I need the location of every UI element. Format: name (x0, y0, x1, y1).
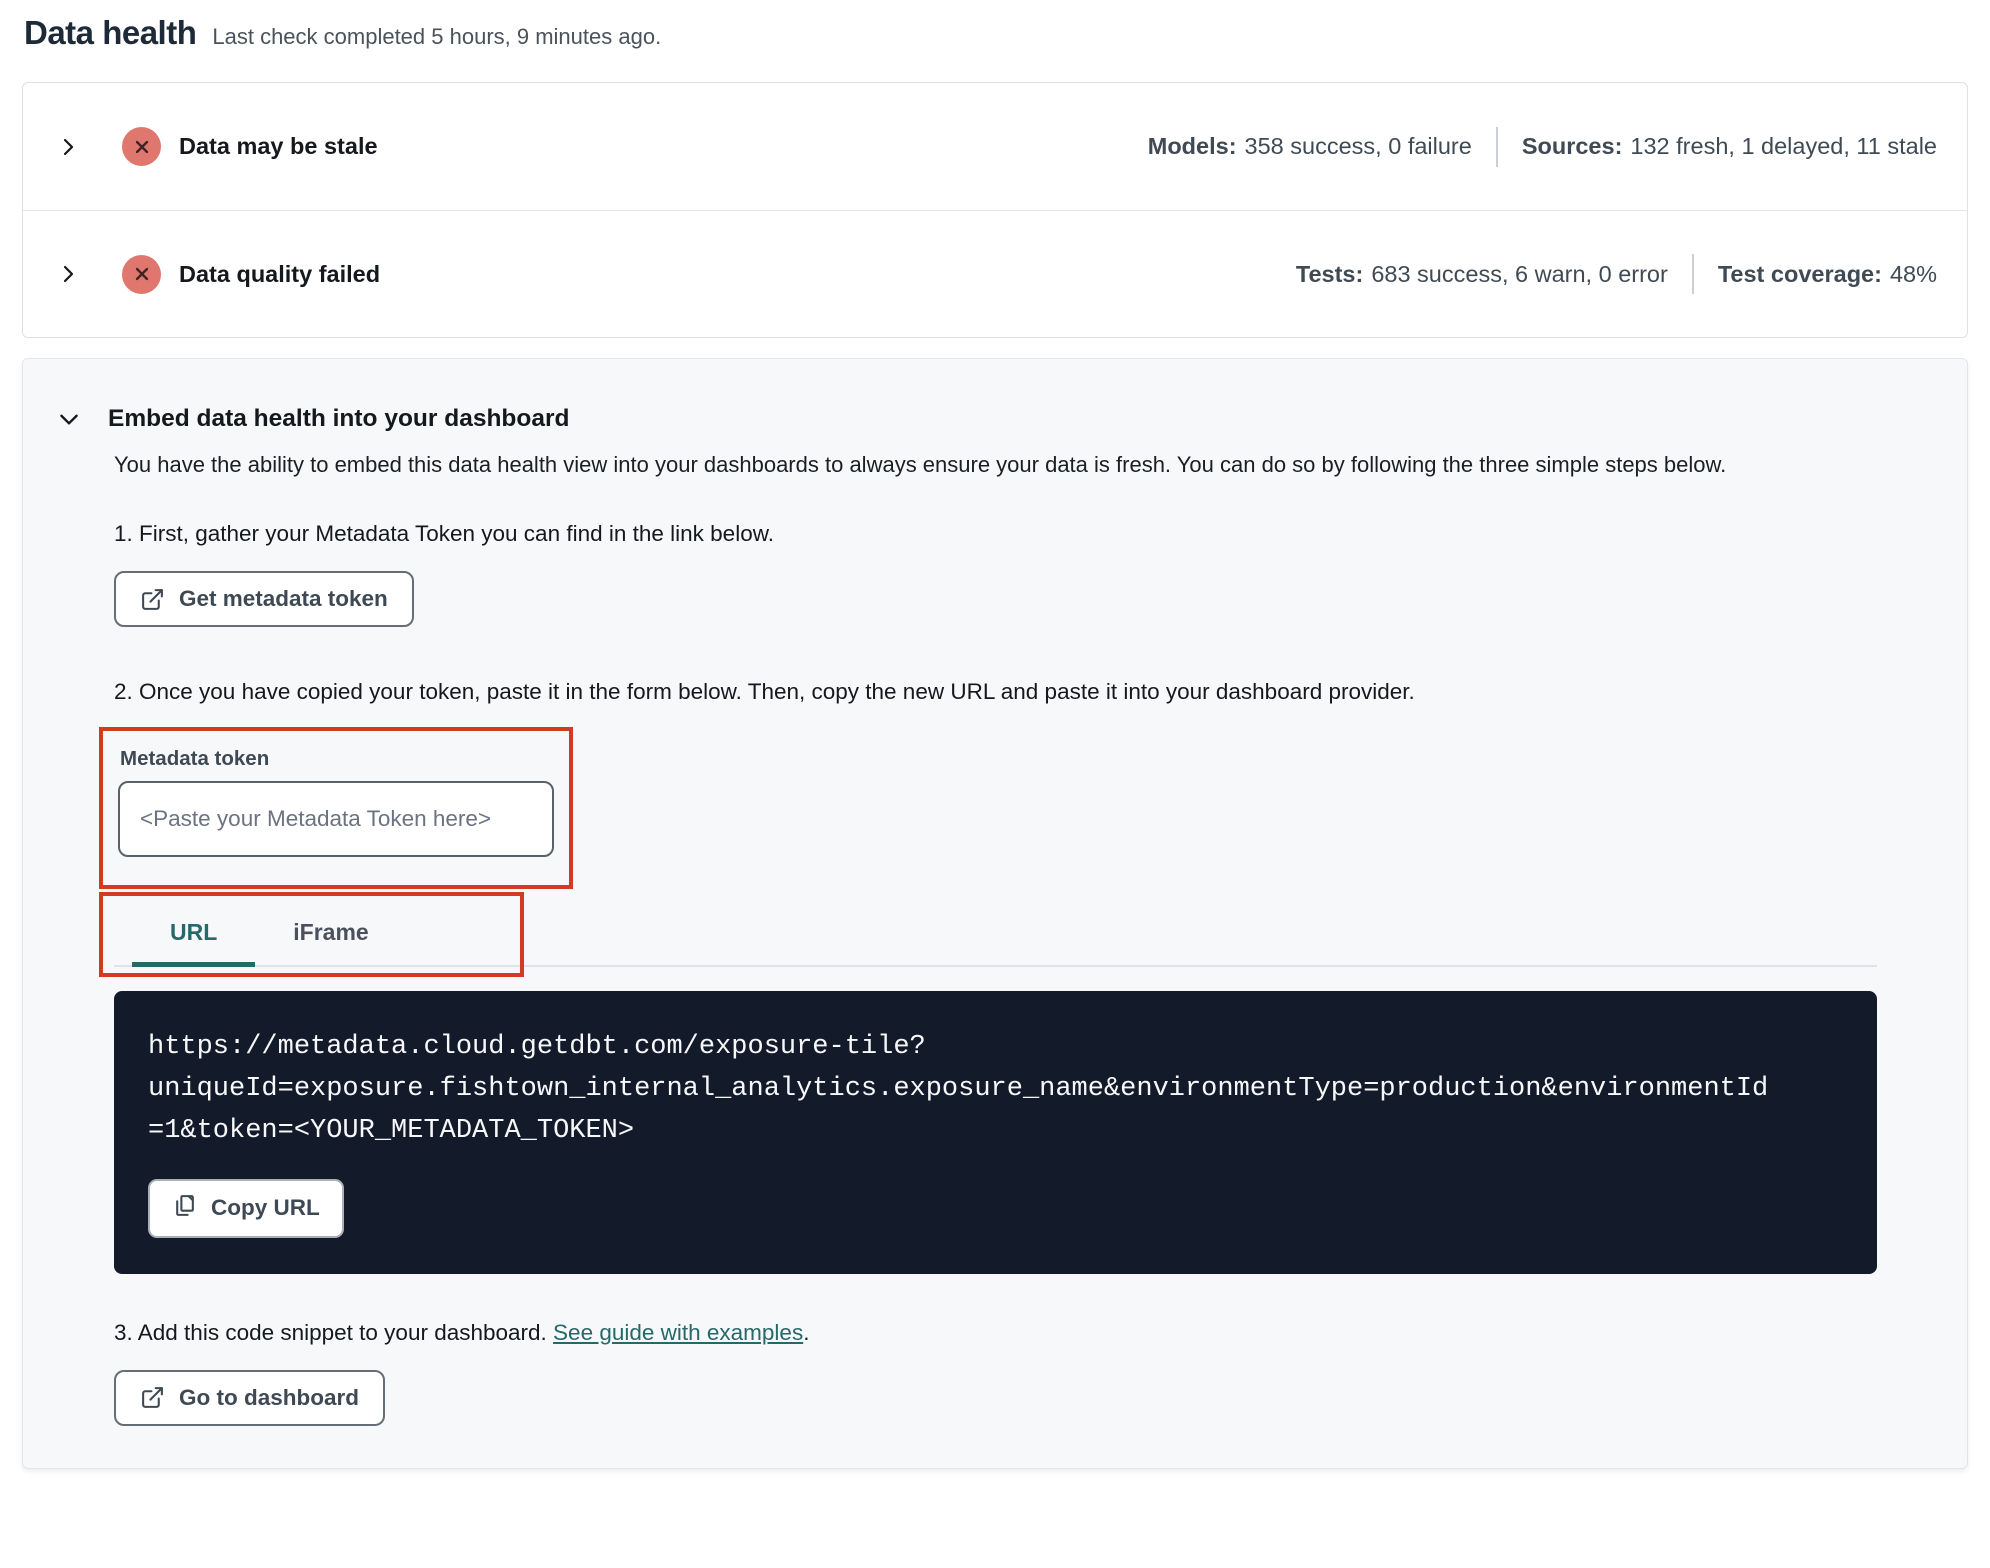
stat-value: 683 success, 6 warn, 0 error (1371, 260, 1668, 287)
status-row-stale[interactable]: Data may be stale Models: 358 success, 0… (23, 83, 1967, 210)
stat-divider (1495, 126, 1498, 167)
step-3-text-before: 3. Add this code snippet to your dashboa… (114, 1319, 554, 1345)
step-3-text-after: . (803, 1319, 810, 1345)
status-row-quality[interactable]: Data quality failed Tests: 683 success, … (23, 210, 1967, 337)
metadata-token-input[interactable] (118, 781, 554, 858)
x-circle-icon (122, 127, 161, 166)
annotation-highlight-token-field: Metadata token (99, 727, 573, 890)
stat-value: 48% (1889, 260, 1937, 287)
embed-panel-content: You have the ability to embed this data … (99, 449, 1877, 1426)
stat-label: Tests: (1295, 260, 1364, 287)
get-metadata-token-button[interactable]: Get metadata token (114, 571, 414, 628)
metadata-token-label: Metadata token (120, 747, 270, 771)
stat-value: 132 fresh, 1 delayed, 11 stale (1630, 133, 1937, 159)
embed-panel-header[interactable]: Embed data health into your dashboard (56, 405, 1897, 433)
step-3-text: 3. Add this code snippet to your dashboa… (114, 1320, 1877, 1346)
chevron-right-icon[interactable] (56, 262, 80, 286)
go-to-dashboard-button[interactable]: Go to dashboard (114, 1369, 385, 1426)
output-tabs: URL iFrame (99, 892, 1877, 978)
status-row-title: Data may be stale (179, 133, 378, 159)
embed-url-code-block: https://metadata.cloud.getdbt.com/exposu… (114, 991, 1877, 1274)
page-title: Data health (24, 14, 197, 51)
x-circle-icon (122, 254, 161, 294)
chevron-right-icon[interactable] (56, 135, 80, 159)
tab-strip: URL iFrame (114, 901, 1877, 968)
stat-label: Sources: (1521, 133, 1623, 159)
embed-panel-title: Embed data health into your dashboard (108, 405, 570, 432)
copy-url-button[interactable]: Copy URL (148, 1178, 344, 1238)
embed-url-text: https://metadata.cloud.getdbt.com/exposu… (148, 1032, 1769, 1146)
stat-label: Models: (1147, 133, 1237, 159)
button-label: Copy URL (211, 1195, 320, 1221)
data-health-page: Data health Last check completed 5 hours… (0, 0, 1990, 1469)
stat-divider (1691, 254, 1694, 294)
embed-panel: Embed data health into your dashboard Yo… (22, 358, 1968, 1469)
status-card: Data may be stale Models: 358 success, 0… (22, 82, 1968, 338)
tab-iframe[interactable]: iFrame (255, 901, 406, 967)
step-2-text: 2. Once you have copied your token, past… (114, 679, 1415, 705)
button-label: Go to dashboard (179, 1384, 359, 1410)
status-row-stats: Models: 358 success, 0 failure Sources: … (1147, 126, 1937, 167)
embed-description: You have the ability to embed this data … (114, 452, 1727, 477)
tab-url[interactable]: URL (132, 901, 256, 968)
last-check-status: Last check completed 5 hours, 9 minutes … (212, 24, 662, 49)
copy-icon (172, 1193, 197, 1224)
stat-value: 358 success, 0 failure (1244, 133, 1472, 159)
chevron-down-icon[interactable] (56, 406, 82, 432)
external-link-icon (140, 587, 165, 612)
button-label: Get metadata token (179, 586, 388, 612)
step-1-text: 1. First, gather your Metadata Token you… (114, 521, 774, 547)
page-header: Data health Last check completed 5 hours… (22, 14, 1968, 52)
status-row-title: Data quality failed (179, 260, 381, 287)
status-row-stats: Tests: 683 success, 6 warn, 0 error Test… (1296, 254, 1937, 294)
external-link-icon (140, 1385, 165, 1410)
see-guide-link[interactable]: See guide with examples (553, 1320, 803, 1345)
stat-label: Test coverage: (1717, 260, 1882, 287)
